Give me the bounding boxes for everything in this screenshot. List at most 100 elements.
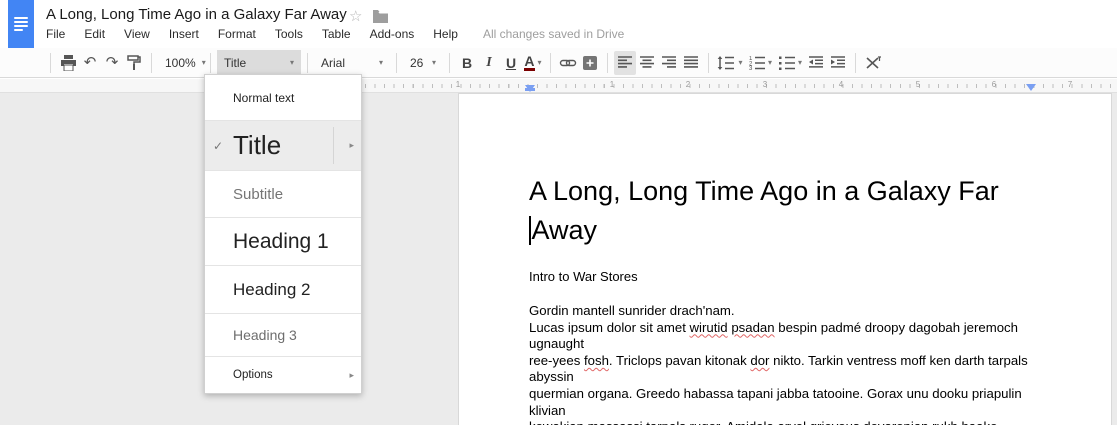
save-status[interactable]: All changes saved in Drive xyxy=(483,27,624,41)
ruler-ticks xyxy=(365,84,1117,88)
menu-insert[interactable]: Insert xyxy=(169,27,199,41)
chevron-down-icon: ▾ xyxy=(202,58,206,67)
folder-icon[interactable] xyxy=(373,10,388,23)
toolbar: ↶ ↷ 100%▾ Title▾ Arial▾ 26▾ B I U A▾ xyxy=(0,48,1117,78)
print-button[interactable] xyxy=(57,51,79,75)
bulleted-list-button[interactable]: ▾ xyxy=(775,51,805,75)
menu-item-title[interactable]: ✓ Title ▸ xyxy=(205,120,361,170)
menu-item-normal-text[interactable]: Normal text xyxy=(205,75,361,120)
numbered-list-button[interactable]: 123 ▾ xyxy=(745,51,775,75)
menu-edit[interactable]: Edit xyxy=(84,27,105,41)
zoom-select[interactable]: 100%▾ xyxy=(158,50,204,76)
ruler-mark: 7 xyxy=(1065,80,1075,89)
misspelled-word: dor xyxy=(750,353,769,368)
menu-format[interactable]: Format xyxy=(218,27,256,41)
svg-text:3: 3 xyxy=(749,66,753,70)
doc-line: Lucas ipsum dolor sit amet wirutid psada… xyxy=(529,320,1036,353)
chevron-down-icon: ▾ xyxy=(432,58,436,67)
toolbar-separator xyxy=(449,53,450,73)
google-docs-window: A Long, Long Time Ago in a Galaxy Far Aw… xyxy=(0,0,1117,425)
submenu-divider xyxy=(333,127,334,164)
submenu-arrow-icon: ▸ xyxy=(349,370,354,381)
doc-subheading: Intro to War Stores xyxy=(529,270,1036,284)
chevron-down-icon: ▾ xyxy=(738,58,742,67)
align-center-button[interactable] xyxy=(636,51,658,75)
doc-line: quermian organa. Greedo habassa tapani j… xyxy=(529,386,1036,419)
doc-line: Gordin mantell sunrider drach'nam. xyxy=(529,303,1036,320)
text-color-button[interactable]: A▾ xyxy=(522,51,544,75)
undo-button[interactable]: ↶ xyxy=(79,51,101,75)
misspelled-word: psadan xyxy=(731,320,774,335)
line-spacing-button[interactable]: ▾ xyxy=(715,51,745,75)
align-right-button[interactable] xyxy=(658,51,680,75)
menu-item-heading2[interactable]: Heading 2 xyxy=(205,265,361,313)
menu-help[interactable]: Help xyxy=(433,27,458,41)
star-icon[interactable]: ☆ xyxy=(349,7,362,25)
menu-item-heading1[interactable]: Heading 1 xyxy=(205,217,361,265)
italic-button[interactable]: I xyxy=(478,51,500,75)
ruler-mark: 2 xyxy=(683,80,693,89)
paint-format-button[interactable] xyxy=(123,51,145,75)
ruler-mark: 4 xyxy=(836,80,846,89)
ruler-mark: 5 xyxy=(913,80,923,89)
right-indent-marker[interactable] xyxy=(1026,84,1036,91)
insert-link-button[interactable] xyxy=(557,51,579,75)
document-canvas: A Long, Long Time Ago in a Galaxy FarAwa… xyxy=(0,93,1117,425)
font-select[interactable]: Arial▾ xyxy=(314,50,390,76)
menu-bar: File Edit View Insert Format Tools Table… xyxy=(46,27,624,41)
chevron-down-icon: ▾ xyxy=(798,58,802,67)
ruler-mark: 3 xyxy=(760,80,770,89)
toolbar-separator xyxy=(210,53,211,73)
underline-button[interactable]: U xyxy=(500,51,522,75)
toolbar-separator xyxy=(396,53,397,73)
menu-item-options[interactable]: Options ▸ xyxy=(205,356,361,393)
menu-table[interactable]: Table xyxy=(322,27,351,41)
bold-button[interactable]: B xyxy=(456,51,478,75)
ruler-mark: 1 xyxy=(453,80,463,89)
menu-item-subtitle[interactable]: Subtitle xyxy=(205,170,361,217)
align-left-button[interactable] xyxy=(614,51,636,75)
docs-logo-icon[interactable] xyxy=(8,0,34,48)
checkmark-icon: ✓ xyxy=(213,139,223,153)
toolbar-separator xyxy=(550,53,551,73)
misspelled-word: fosh xyxy=(584,353,609,368)
top-bar: A Long, Long Time Ago in a Galaxy Far Aw… xyxy=(0,0,1117,48)
chevron-down-icon: ▾ xyxy=(768,58,772,67)
toolbar-separator xyxy=(151,53,152,73)
clear-formatting-button[interactable] xyxy=(862,51,884,75)
styles-select[interactable]: Title▾ xyxy=(217,50,301,76)
toolbar-separator xyxy=(307,53,308,73)
doc-line: kowakian massassi tarpals rugor. Amidala… xyxy=(529,419,1036,425)
text-cursor xyxy=(529,216,531,245)
menu-item-heading3[interactable]: Heading 3 xyxy=(205,313,361,356)
chevron-down-icon: ▾ xyxy=(538,58,542,67)
align-justify-button[interactable] xyxy=(680,51,702,75)
increase-indent-button[interactable] xyxy=(827,51,849,75)
styles-dropdown-menu: Normal text ✓ Title ▸ Subtitle Heading 1… xyxy=(204,74,362,394)
ruler-mark: 1 xyxy=(607,80,617,89)
first-line-indent-marker[interactable] xyxy=(525,88,535,91)
chevron-down-icon: ▾ xyxy=(379,58,383,67)
font-size-select[interactable]: 26▾ xyxy=(403,50,443,76)
insert-comment-button[interactable] xyxy=(579,51,601,75)
menu-addons[interactable]: Add-ons xyxy=(370,27,415,41)
redo-button[interactable]: ↷ xyxy=(101,51,123,75)
chevron-down-icon: ▾ xyxy=(290,58,294,67)
toolbar-separator xyxy=(50,53,51,73)
decrease-indent-button[interactable] xyxy=(805,51,827,75)
toolbar-separator xyxy=(607,53,608,73)
left-indent-marker[interactable] xyxy=(525,85,535,92)
ruler-mark: 6 xyxy=(989,80,999,89)
menu-file[interactable]: File xyxy=(46,27,65,41)
document-page[interactable]: A Long, Long Time Ago in a Galaxy FarAwa… xyxy=(458,93,1112,425)
document-title-input[interactable]: A Long, Long Time Ago in a Galaxy Far Aw… xyxy=(46,6,347,23)
doc-line: ree-yees fosh. Triclops pavan kitonak do… xyxy=(529,353,1036,386)
menu-tools[interactable]: Tools xyxy=(275,27,303,41)
doc-paragraph: Gordin mantell sunrider drach'nam. Lucas… xyxy=(529,303,1036,425)
toolbar-separator xyxy=(855,53,856,73)
doc-heading-title: A Long, Long Time Ago in a Galaxy FarAwa… xyxy=(529,172,1036,250)
menu-view[interactable]: View xyxy=(124,27,150,41)
misspelled-word: wirutid xyxy=(690,320,728,335)
submenu-arrow-icon[interactable]: ▸ xyxy=(349,140,354,151)
ruler: 1 1 2 3 4 5 6 7 xyxy=(0,79,1117,93)
